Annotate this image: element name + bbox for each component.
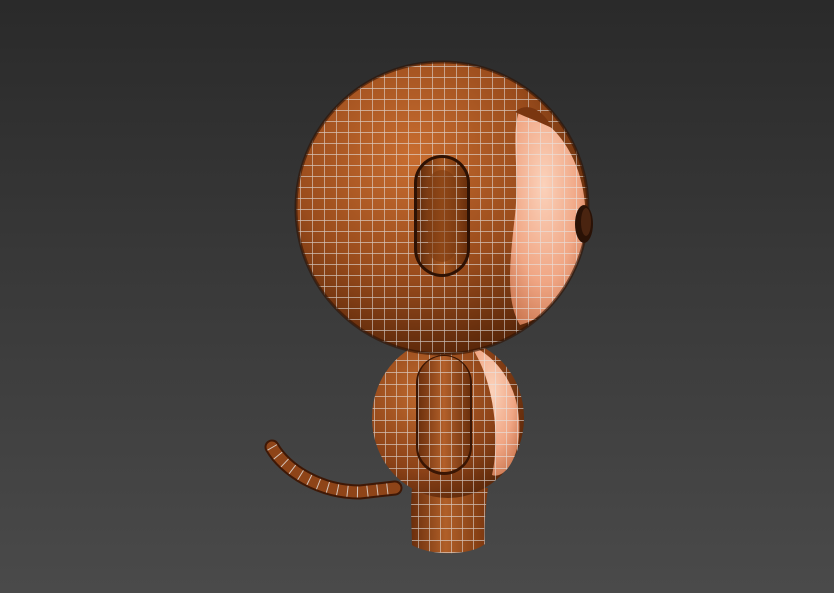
monkey-render bbox=[0, 0, 834, 593]
ear bbox=[414, 155, 470, 277]
eye bbox=[575, 205, 593, 243]
arm bbox=[416, 355, 472, 475]
3d-viewport[interactable] bbox=[0, 0, 834, 593]
